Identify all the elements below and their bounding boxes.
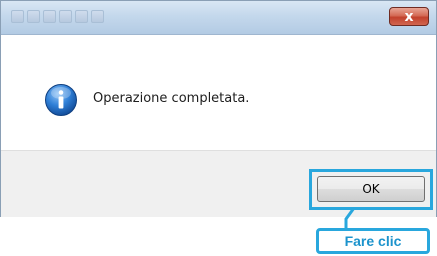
message-text: Operazione completata.: [93, 91, 250, 106]
title-block: [75, 10, 88, 23]
title-block: [59, 10, 72, 23]
ok-button[interactable]: OK: [317, 176, 425, 202]
title-block: [27, 10, 40, 23]
close-icon: x: [404, 8, 414, 25]
dialog-window: x Operazione completata. OK: [0, 0, 437, 217]
blurred-title: [11, 10, 104, 23]
title-block: [43, 10, 56, 23]
title-bar[interactable]: x: [1, 1, 436, 35]
title-block: [91, 10, 104, 23]
callout-label: Fare clic: [316, 228, 430, 254]
dialog-content: Operazione completata.: [1, 35, 436, 150]
info-icon: [45, 84, 77, 116]
close-button[interactable]: x: [389, 7, 429, 26]
title-block: [11, 10, 24, 23]
dialog-footer: OK: [1, 150, 436, 217]
